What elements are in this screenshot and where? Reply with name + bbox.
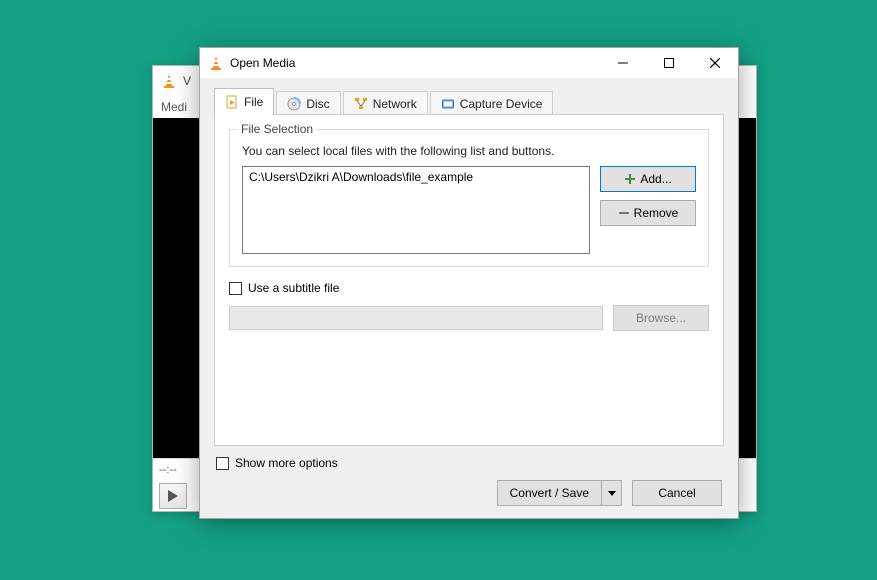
show-more-label: Show more options: [235, 456, 338, 470]
plus-icon: [624, 173, 636, 185]
tab-capture[interactable]: Capture Device: [430, 91, 554, 115]
convert-save-button[interactable]: Convert / Save: [497, 480, 622, 506]
tab-disc-label: Disc: [306, 97, 329, 111]
subtitle-checkbox[interactable]: [229, 282, 242, 295]
show-more-checkbox[interactable]: [216, 457, 229, 470]
add-button-label: Add...: [640, 172, 671, 186]
vlc-cone-icon: [161, 73, 177, 89]
browse-button: Browse...: [613, 305, 709, 331]
vlc-menu-media[interactable]: Medi: [161, 100, 187, 114]
tab-capture-label: Capture Device: [460, 97, 543, 111]
network-icon: [354, 97, 368, 111]
file-icon: [225, 95, 239, 109]
remove-button-label: Remove: [634, 206, 679, 220]
minimize-icon: [618, 58, 628, 68]
open-media-dialog: Open Media File: [199, 47, 739, 519]
subtitle-checkbox-label: Use a subtitle file: [248, 281, 339, 295]
tab-network-label: Network: [373, 97, 417, 111]
tab-file[interactable]: File: [214, 88, 274, 115]
convert-save-label: Convert / Save: [510, 486, 589, 500]
disc-icon: [287, 97, 301, 111]
close-button[interactable]: [692, 48, 738, 78]
dialog-body: File Disc Network Capture Device: [200, 78, 738, 518]
remove-button[interactable]: Remove: [600, 200, 696, 226]
cancel-button-label: Cancel: [658, 486, 695, 500]
minus-icon: [618, 207, 630, 219]
dialog-title: Open Media: [230, 56, 295, 70]
vlc-title: V: [183, 74, 191, 88]
tabs: File Disc Network Capture Device: [214, 86, 724, 114]
minimize-button[interactable]: [600, 48, 646, 78]
tab-file-label: File: [244, 95, 263, 109]
dialog-titlebar: Open Media: [200, 48, 738, 78]
vlc-cone-icon: [208, 55, 224, 71]
capture-icon: [441, 97, 455, 111]
cancel-button[interactable]: Cancel: [632, 480, 722, 506]
window-system-buttons: [600, 48, 738, 78]
add-button[interactable]: Add...: [600, 166, 696, 192]
file-selection-group: File Selection You can select local file…: [229, 129, 709, 267]
convert-save-main[interactable]: Convert / Save: [497, 480, 602, 506]
subtitle-row: Use a subtitle file: [229, 281, 709, 295]
subtitle-path-input: [229, 306, 603, 330]
play-icon: [168, 490, 178, 502]
tab-panel-file: File Selection You can select local file…: [214, 114, 724, 446]
dialog-footer: Convert / Save Cancel: [214, 480, 724, 506]
file-selection-hint: You can select local files with the foll…: [242, 144, 696, 158]
file-selection-label: File Selection: [238, 122, 316, 136]
maximize-button[interactable]: [646, 48, 692, 78]
chevron-down-icon: [608, 491, 616, 496]
browse-button-label: Browse...: [636, 311, 686, 325]
tab-network[interactable]: Network: [343, 91, 428, 115]
tab-disc[interactable]: Disc: [276, 91, 340, 115]
close-icon: [710, 58, 720, 68]
vlc-time: --:--: [159, 464, 177, 476]
show-more-row: Show more options: [214, 454, 724, 472]
file-list-entry[interactable]: C:\Users\Dzikri A\Downloads\file_example: [248, 170, 584, 184]
play-button[interactable]: [159, 483, 187, 509]
file-list[interactable]: C:\Users\Dzikri A\Downloads\file_example: [242, 166, 590, 254]
maximize-icon: [664, 58, 674, 68]
convert-save-dropdown[interactable]: [602, 480, 622, 506]
